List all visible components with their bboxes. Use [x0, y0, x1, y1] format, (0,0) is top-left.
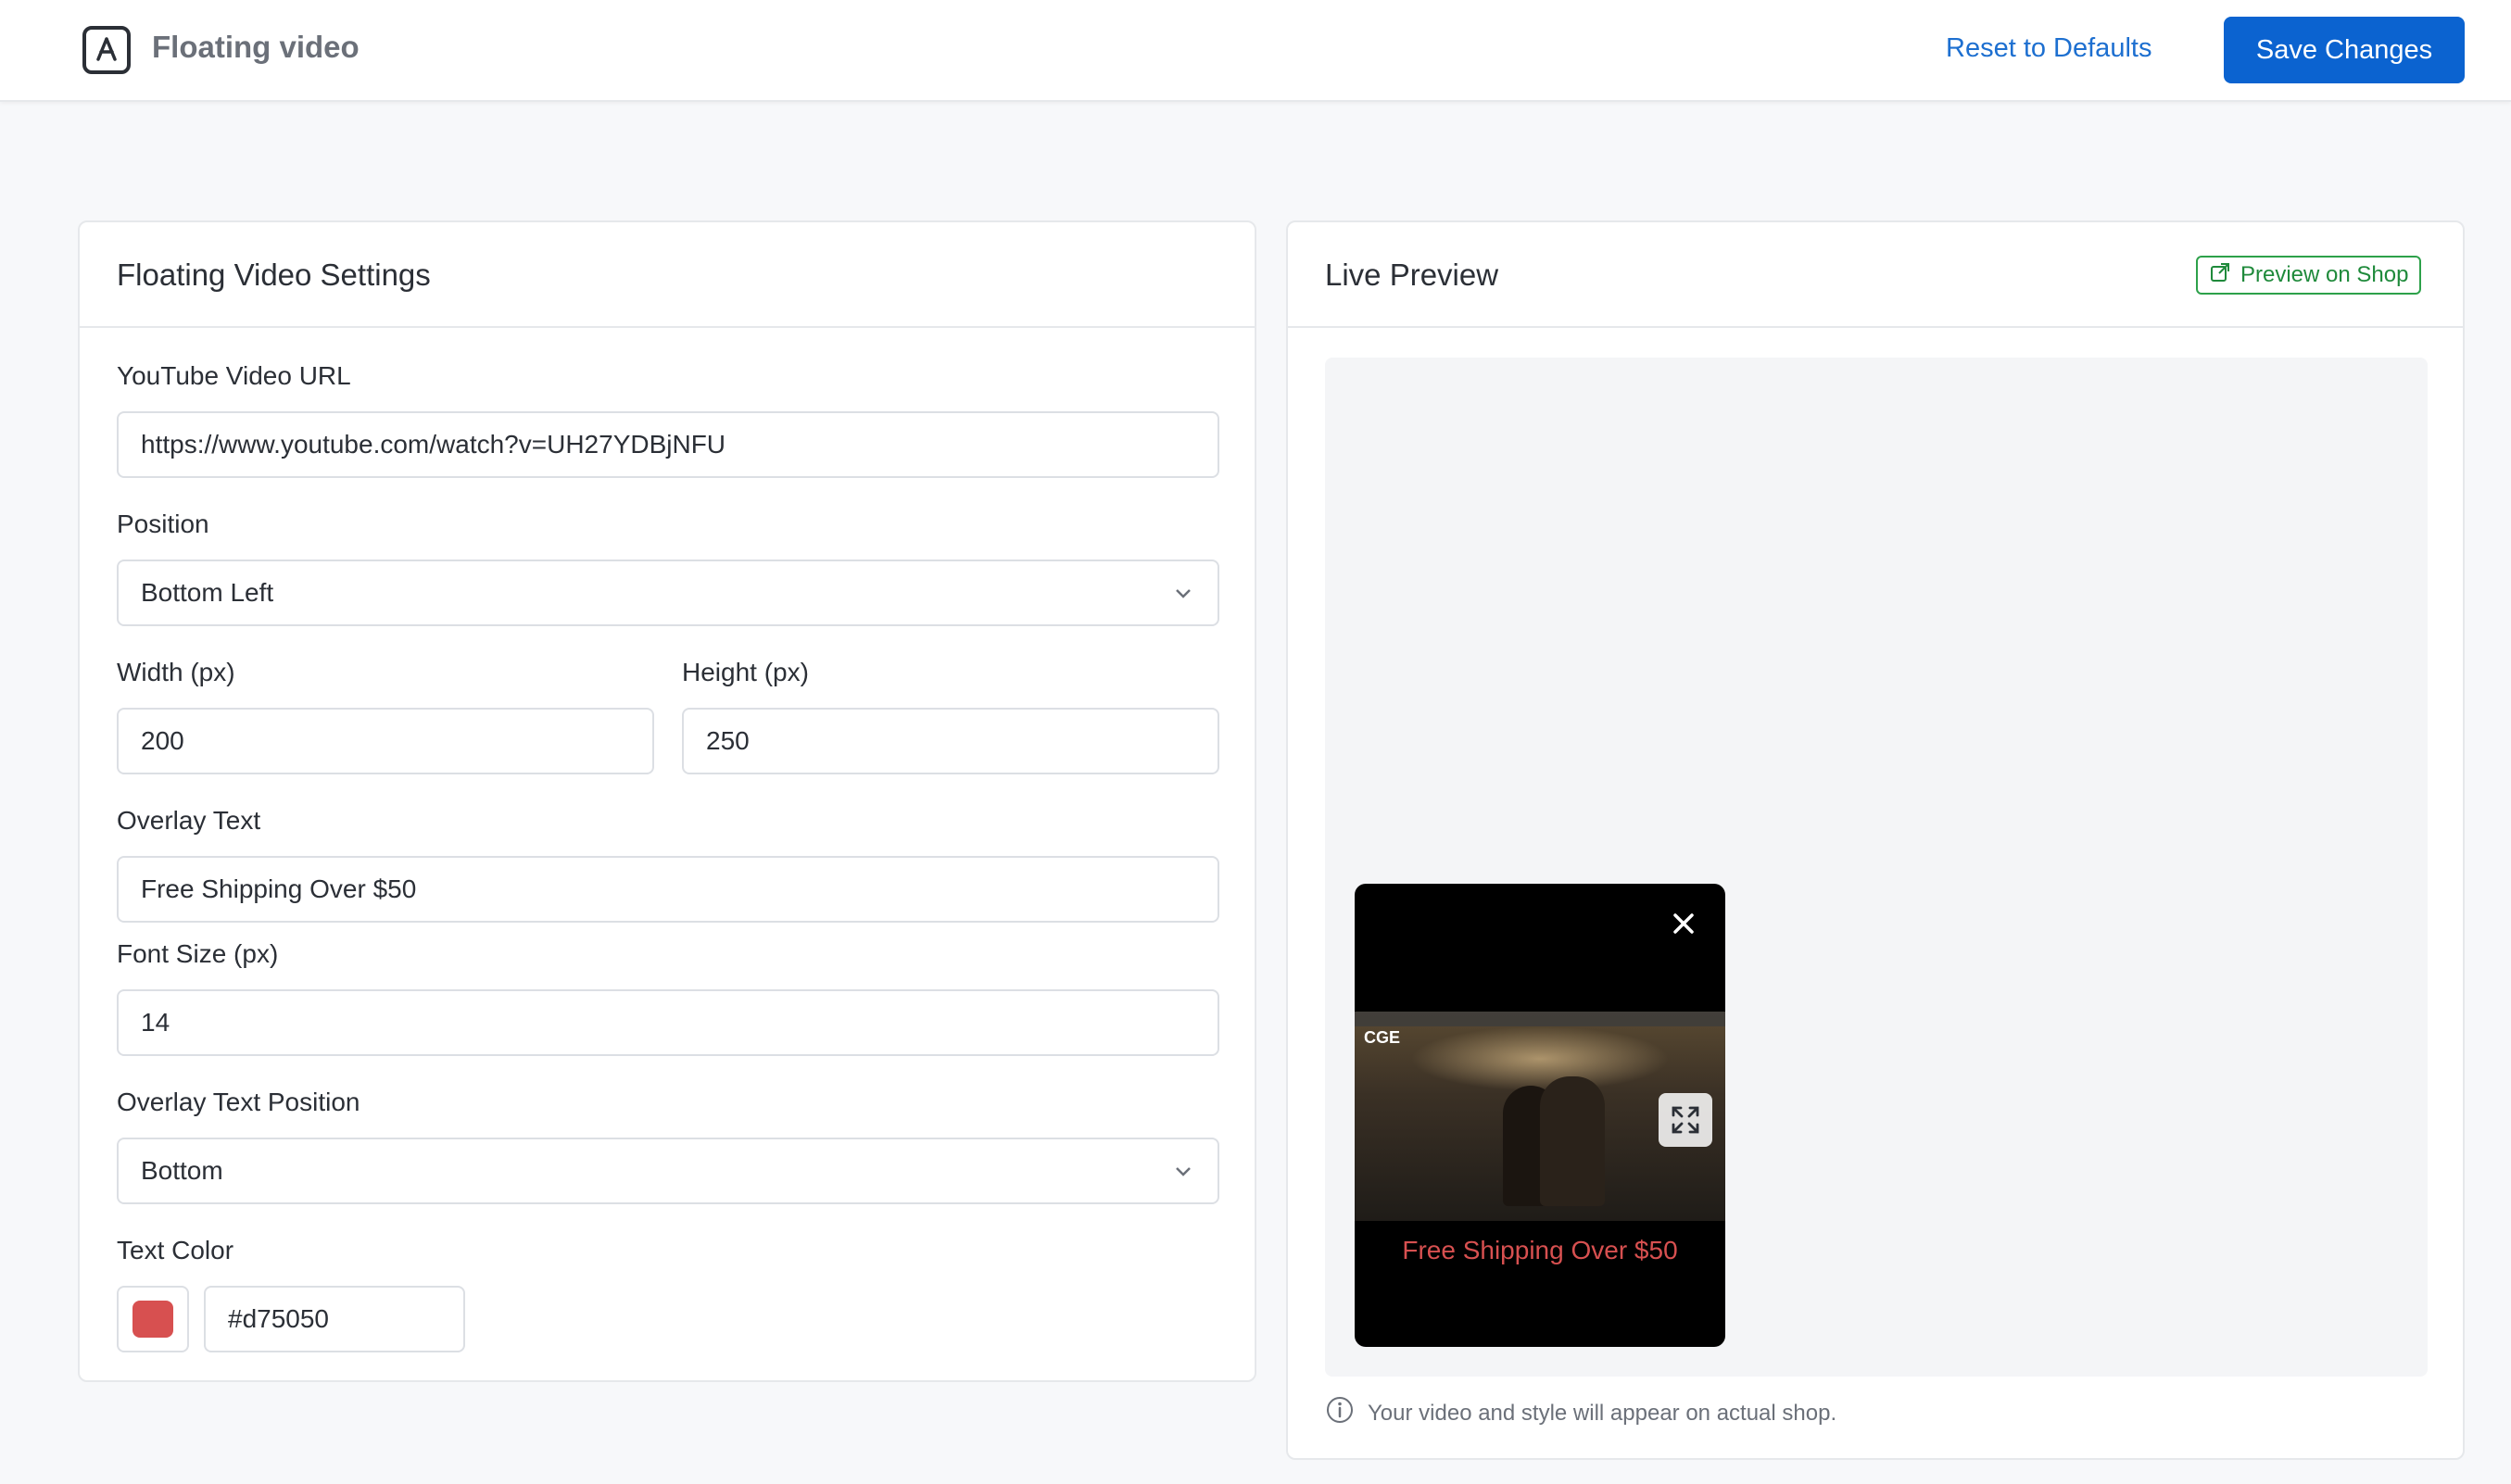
video-caption-strip: [1355, 1012, 1725, 1026]
settings-card-header: Floating Video Settings: [80, 222, 1255, 328]
expand-icon[interactable]: [1659, 1093, 1712, 1147]
text-color-label: Text Color: [117, 1236, 234, 1264]
video-thumbnail[interactable]: CGE: [1355, 1012, 1725, 1221]
app-store-icon: [82, 26, 131, 74]
preview-stage: CGE Free Shipping Over $50: [1325, 358, 2428, 1377]
position-select[interactable]: Bottom Left: [117, 560, 1219, 626]
height-value: 250: [706, 726, 750, 755]
youtube-url-value: https://www.youtube.com/watch?v=UH27YDBj…: [141, 430, 726, 459]
position-label: Position: [117, 509, 209, 538]
chevron-down-icon: [1171, 581, 1195, 605]
video-light: [1410, 1026, 1670, 1091]
video-logo: CGE: [1364, 1028, 1401, 1047]
color-swatch: [132, 1301, 173, 1338]
width-input[interactable]: 200: [117, 708, 654, 774]
overlay-text-input[interactable]: Free Shipping Over $50: [117, 856, 1219, 923]
width-label: Width (px): [117, 658, 235, 686]
external-link-icon: [2209, 261, 2231, 290]
youtube-url-label: YouTube Video URL: [117, 361, 351, 390]
settings-card: Floating Video Settings YouTube Video UR…: [78, 220, 1256, 1382]
overlay-text-value: Free Shipping Over $50: [141, 874, 417, 903]
width-value: 200: [141, 726, 184, 755]
font-size-input[interactable]: 14: [117, 989, 1219, 1056]
floating-video-widget[interactable]: CGE Free Shipping Over $50: [1355, 884, 1725, 1347]
preview-on-shop-button[interactable]: Preview on Shop: [2196, 256, 2422, 295]
app-title: Floating video: [152, 30, 360, 64]
reset-to-defaults-link[interactable]: Reset to Defaults: [1946, 33, 2151, 64]
youtube-url-input[interactable]: https://www.youtube.com/watch?v=UH27YDBj…: [117, 411, 1219, 478]
top-bar: Floating video Reset to Defaults Save Ch…: [0, 0, 2511, 102]
overlay-text-label: Overlay Text: [117, 806, 261, 835]
color-picker-button[interactable]: [117, 1286, 189, 1352]
font-size-value: 14: [141, 1008, 170, 1037]
info-icon: [1325, 1395, 1355, 1431]
overlay-position-value: Bottom: [141, 1156, 223, 1185]
save-changes-button[interactable]: Save Changes: [2224, 17, 2465, 83]
chevron-down-icon: [1171, 1159, 1195, 1183]
preview-title: Live Preview: [1325, 258, 1499, 292]
close-icon[interactable]: [1668, 908, 1699, 939]
text-color-value: #d75050: [228, 1304, 330, 1333]
preview-note: Your video and style will appear on actu…: [1325, 1395, 1836, 1431]
height-input[interactable]: 250: [682, 708, 1219, 774]
preview-note-text: Your video and style will appear on actu…: [1368, 1400, 1837, 1426]
text-color-input[interactable]: #d75050: [204, 1286, 465, 1352]
font-size-label: Font Size (px): [117, 939, 279, 968]
overlay-text-preview: Free Shipping Over $50: [1402, 1236, 1678, 1264]
overlay-position-label: Overlay Text Position: [117, 1088, 360, 1116]
preview-on-shop-label: Preview on Shop: [2240, 262, 2409, 287]
position-value: Bottom Left: [141, 578, 274, 607]
height-label: Height (px): [682, 658, 809, 686]
overlay-position-select[interactable]: Bottom: [117, 1138, 1219, 1204]
video-figure: [1540, 1076, 1605, 1206]
preview-card-header: Live Preview Preview on Shop: [1288, 222, 2463, 328]
settings-title: Floating Video Settings: [117, 258, 431, 292]
preview-card: Live Preview Preview on Shop CGE Free Sh…: [1286, 220, 2465, 1460]
